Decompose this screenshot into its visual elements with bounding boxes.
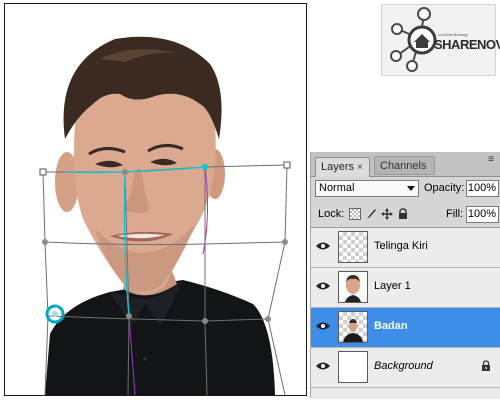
eye-icon[interactable] — [314, 317, 332, 335]
brush-icon[interactable] — [365, 208, 377, 220]
document-canvas[interactable] — [4, 3, 307, 396]
layer-name: Badan — [374, 320, 408, 332]
shirt-button — [143, 357, 147, 361]
eye-icon[interactable] — [314, 357, 332, 375]
layers-panel: Layers × Channels ≡ Normal Opacity: 100% … — [310, 152, 500, 399]
panel-menu-icon[interactable]: ≡ — [485, 154, 497, 166]
layer-name: Layer 1 — [374, 280, 411, 292]
eye-icon[interactable] — [314, 277, 332, 295]
logo-brand-text: SHARENOVEL — [434, 37, 500, 52]
layer-name: Telinga Kiri — [374, 240, 428, 252]
layer-thumbnail — [338, 311, 368, 343]
layer-name: Background — [374, 360, 433, 372]
layer-row-badan[interactable]: Badan — [311, 308, 500, 348]
lock-row: Lock: Fill: 100% — [311, 203, 500, 225]
layer-list: Telinga Kiri Layer 1 Badan Background — [311, 227, 500, 399]
blend-mode-select[interactable]: Normal — [315, 180, 419, 197]
close-icon[interactable]: × — [357, 162, 363, 173]
layer-row-layer-1[interactable]: Layer 1 — [311, 268, 500, 308]
lock-label: Lock: — [318, 208, 345, 220]
lock-transparent-icon[interactable] — [349, 208, 361, 220]
move-icon[interactable] — [381, 208, 393, 220]
blend-mode-value: Normal — [319, 182, 355, 194]
blend-row: Normal Opacity: 100% — [311, 178, 500, 200]
rotate-cursor-icon — [45, 304, 65, 324]
tab-layers[interactable]: Layers × — [315, 157, 370, 177]
padlock-icon — [481, 360, 491, 372]
layer-thumbnail — [338, 231, 368, 263]
fill-input[interactable]: 100% — [466, 206, 499, 223]
tab-layers-label: Layers — [321, 161, 355, 173]
canvas-workspace[interactable] — [0, 0, 310, 400]
caricature-image — [39, 36, 291, 395]
fill-label: Fill: — [446, 208, 464, 220]
chevron-down-icon — [407, 186, 415, 191]
padlock-icon[interactable] — [397, 208, 409, 220]
opacity-label: Opacity: — [424, 182, 465, 194]
layer-thumbnail — [338, 271, 368, 303]
tab-channels[interactable]: Channels — [374, 156, 435, 175]
layer-row-telinga-kiri[interactable]: Telinga Kiri — [311, 228, 500, 268]
layer-row-background[interactable]: Background — [311, 348, 500, 388]
panel-tab-bar: Layers × Channels ≡ — [311, 152, 500, 177]
tab-channels-label: Channels — [380, 160, 427, 172]
opacity-input[interactable]: 100% — [466, 180, 499, 197]
layer-thumbnail — [338, 351, 368, 383]
eye-icon[interactable] — [314, 237, 332, 255]
sharenovel-logo: •••Sobat Berbagi SHARENOVEL — [381, 4, 500, 76]
